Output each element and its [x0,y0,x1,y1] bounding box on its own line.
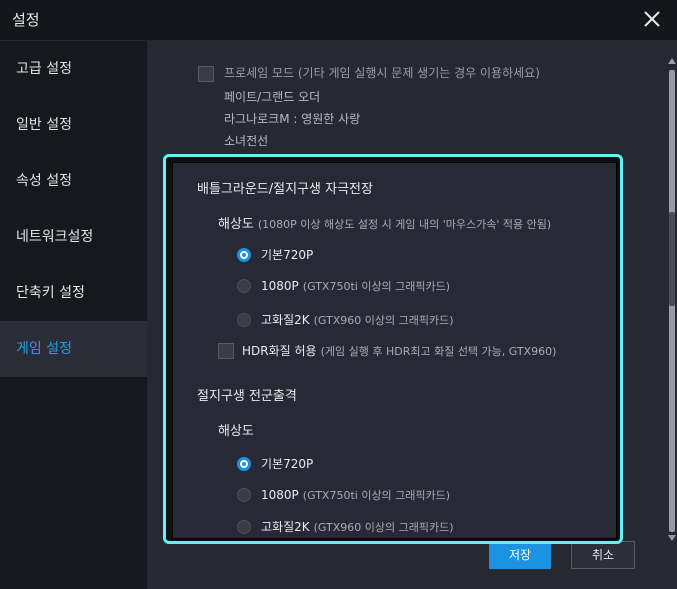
title-bar: 설정 [0,0,677,41]
option-label: 기본720P [261,457,314,471]
pro-mode-option[interactable]: 프로세임 모드 (기타 게임 실행시 문제 생기는 경우 이용하세요) [198,64,540,82]
pro-mode-checkbox[interactable] [198,65,214,82]
sidebar-item-network[interactable]: 네트워크설정 [0,209,147,265]
radio-button[interactable] [237,519,251,534]
radio-button[interactable] [237,279,251,293]
scroll-up-arrow[interactable] [668,58,676,64]
radio-option-1080p[interactable]: 1080P (GTX750ti 이상의 그래픽카드) [237,278,450,294]
option-label: 기본720P [261,248,314,262]
sidebar-item-game[interactable]: 게임 설정 [0,321,147,377]
scroll-down-arrow[interactable] [668,535,676,541]
cancel-button[interactable]: 취소 [571,541,635,569]
settings-sidebar: 고급 설정 일반 설정 속성 설정 네트워크설정 단축키 설정 게임 설정 [0,41,147,589]
save-button[interactable]: 저장 [489,541,551,569]
option-hint: (GTX750ti 이상의 그래픽카드) [302,489,451,502]
resolution-hint: (1080P 이상 해상도 설정 시 게임 내의 '마우스가속' 적용 안됨) [257,218,552,231]
option-label: 1080P [261,279,299,293]
hdr-checkbox[interactable] [218,342,234,359]
game-item: 라그나로크M : 영원한 사랑 [224,112,361,126]
sidebar-item-general[interactable]: 일반 설정 [0,97,147,153]
sidebar-item-properties[interactable]: 속성 설정 [0,153,147,209]
section-title-frontline: 절지구생 전군출격 [197,389,297,404]
resolution-label: 해상도 (1080P 이상 해상도 설정 시 게임 내의 '마우스가속' 적용 안… [218,213,551,232]
option-hint: (GTX960 이상의 그래픽카드) [313,520,454,534]
close-icon[interactable] [641,8,663,30]
radio-option-720p[interactable]: 기본720P [237,246,313,263]
radio-button-selected[interactable] [237,247,251,262]
resolution-label-text: 해상도 [218,217,254,232]
section-title-battlegrounds: 배틀그라운드/절지구생 자극전장 [197,182,373,197]
option-label: 1080P [261,488,299,502]
radio-button-selected[interactable] [237,456,251,471]
window-title: 설정 [12,11,40,29]
sidebar-item-shortcuts[interactable]: 단축키 설정 [0,265,147,321]
radio-button[interactable] [237,488,251,502]
radio-option-2k[interactable]: 고화질2K (GTX960 이상의 그래픽카드) [237,311,454,328]
hdr-option[interactable]: HDR화질 허용 (게임 실행 후 HDR최고 화질 선택 가능, GTX960… [218,342,556,359]
scrollbar-thumb[interactable] [669,212,675,306]
option-label: 고화질2K [261,520,310,534]
game-item: 페이트/그랜드 오더 [224,90,321,104]
pro-mode-label: 프로세임 모드 (기타 게임 실행시 문제 생기는 경우 이용하세요) [224,66,540,80]
sidebar-item-advanced[interactable]: 고급 설정 [0,41,147,97]
radio-option-720p-2[interactable]: 기본720P [237,455,313,472]
game-item: 소녀전선 [224,134,269,148]
option-hint: (GTX960 이상의 그래픽카드) [313,313,454,327]
resolution-label-2: 해상도 [218,424,254,439]
radio-button[interactable] [237,312,251,327]
radio-option-1080p-2[interactable]: 1080P (GTX750ti 이상의 그래픽카드) [237,487,450,503]
hdr-hint: (게임 실행 후 HDR최고 화질 선택 가능, GTX960) [320,344,557,358]
hdr-label: HDR화질 허용 [242,344,317,358]
option-label: 고화질2K [261,313,310,327]
radio-option-2k-2[interactable]: 고화질2K (GTX960 이상의 그래픽카드) [237,518,454,535]
option-hint: (GTX750ti 이상의 그래픽카드) [302,280,451,293]
